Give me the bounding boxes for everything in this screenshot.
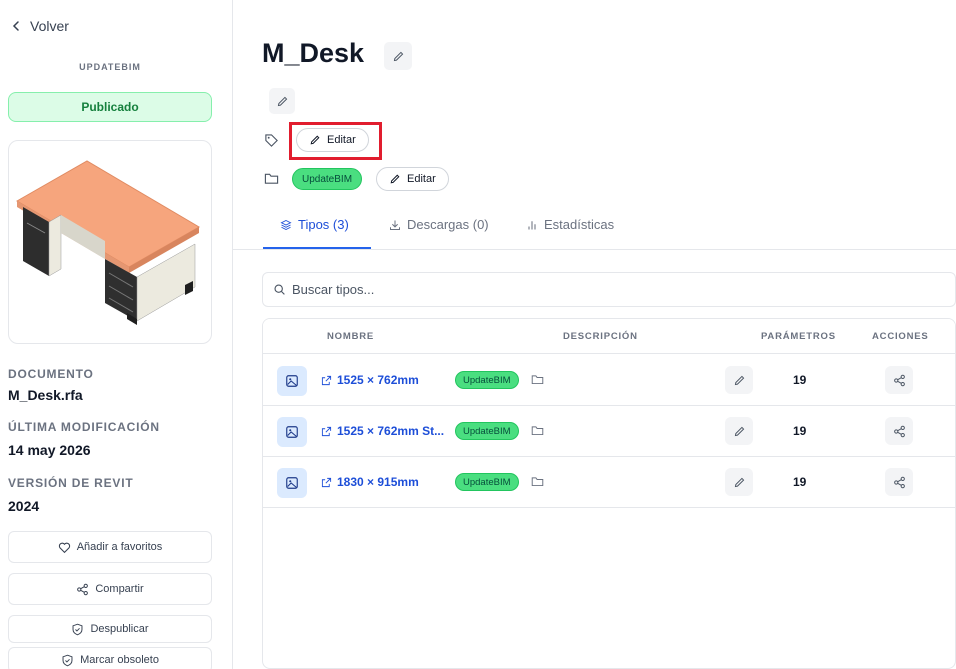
sidebar: Volver UPDATEBIM Publicado DOCUMENTO M_D… <box>0 0 233 669</box>
share-icon <box>893 374 905 386</box>
image-icon[interactable] <box>277 468 307 498</box>
column-description: DESCRIPCIÓN <box>563 331 638 342</box>
table-header: NOMBRE DESCRIPCIÓN PARÁMETROS ACCIONES <box>263 319 955 354</box>
edit-type-button[interactable] <box>725 366 753 394</box>
back-label: Volver <box>30 18 69 34</box>
pencil-icon <box>393 51 403 61</box>
type-name-link[interactable]: 1525 × 762mm St... <box>321 424 444 438</box>
external-link-icon <box>321 477 332 487</box>
edit-folder-label: Editar <box>407 173 436 185</box>
column-actions: ACCIONES <box>872 331 929 342</box>
folder-tag: UpdateBIM <box>455 422 519 440</box>
folder-tag: UpdateBIM <box>455 473 519 491</box>
folder-tag: UpdateBIM <box>292 168 363 190</box>
parameter-count: 19 <box>793 373 807 387</box>
tab-downloads-label: Descargas (0) <box>407 217 489 232</box>
folder-icon <box>531 475 544 493</box>
type-name-label: 1830 × 915mm <box>337 475 419 489</box>
type-name-link[interactable]: 1525 × 762mm <box>321 373 419 387</box>
share-icon <box>77 583 89 595</box>
type-name-label: 1525 × 762mm <box>337 373 419 387</box>
external-link-icon <box>321 426 332 436</box>
bar-chart-icon <box>528 220 536 229</box>
shield-check-icon <box>72 623 83 635</box>
modified-label: ÚLTIMA MODIFICACIÓN <box>8 420 160 434</box>
download-icon <box>390 220 400 230</box>
type-name-label: 1525 × 762mm St... <box>337 424 445 438</box>
table-row: 1525 × 762mm St... UpdateBIM 19 <box>263 405 955 457</box>
edit-title-button[interactable] <box>384 42 412 70</box>
pencil-icon <box>277 96 287 106</box>
tab-bar: Tipos (3) Descargas (0) Estadísticas <box>233 205 956 250</box>
shield-check-icon <box>62 654 73 666</box>
search-icon <box>274 284 285 295</box>
revit-version-label: VERSIÓN DE REVIT <box>8 476 134 490</box>
tab-statistics-label: Estadísticas <box>544 217 615 232</box>
tab-types[interactable]: Tipos (3) <box>280 217 349 232</box>
share-type-button[interactable] <box>885 468 913 496</box>
share-icon <box>893 425 905 437</box>
table-row: 1525 × 762mm UpdateBIM 19 <box>263 354 955 406</box>
desk-preview-image <box>16 160 200 325</box>
add-favorite-button[interactable]: Añadir a favoritos <box>8 531 212 563</box>
back-button[interactable]: Volver <box>10 18 69 34</box>
share-type-button[interactable] <box>885 366 913 394</box>
page-title: M_Desk <box>262 38 365 68</box>
types-table: NOMBRE DESCRIPCIÓN PARÁMETROS ACCIONES 1… <box>262 318 956 669</box>
brand-label: UPDATEBIM <box>79 62 141 72</box>
highlight-box <box>289 122 382 160</box>
document-value: M_Desk.rfa <box>8 387 83 403</box>
add-favorite-label: Añadir a favoritos <box>76 541 163 553</box>
share-label: Compartir <box>95 583 144 595</box>
edit-type-button[interactable] <box>725 468 753 496</box>
family-thumbnail <box>8 140 212 344</box>
tab-statistics[interactable]: Estadísticas <box>526 217 614 232</box>
edit-type-button[interactable] <box>725 417 753 445</box>
share-icon <box>893 476 905 488</box>
active-tab-indicator <box>263 247 371 249</box>
pencil-icon <box>734 375 744 385</box>
share-type-button[interactable] <box>885 417 913 445</box>
mark-obsolete-button[interactable]: Marcar obsoleto <box>8 647 212 669</box>
tags-icon <box>264 133 279 148</box>
tab-downloads[interactable]: Descargas (0) <box>389 217 489 232</box>
document-label: DOCUMENTO <box>8 367 94 381</box>
parameter-count: 19 <box>793 475 807 489</box>
column-name: NOMBRE <box>327 331 375 342</box>
tab-types-label: Tipos (3) <box>298 217 349 232</box>
chevron-left-icon <box>12 21 19 31</box>
mark-obsolete-label: Marcar obsoleto <box>80 654 159 666</box>
search-box <box>262 272 956 307</box>
unpublish-button[interactable]: Despublicar <box>8 615 212 643</box>
pencil-icon <box>734 477 744 487</box>
folder-icon <box>531 424 544 442</box>
parameter-count: 19 <box>793 424 807 438</box>
share-button[interactable]: Compartir <box>8 573 212 605</box>
image-icon[interactable] <box>277 366 307 396</box>
edit-description-button[interactable] <box>269 88 295 114</box>
status-badge: Publicado <box>8 92 212 122</box>
heart-icon <box>58 542 70 553</box>
layers-icon <box>280 219 292 230</box>
external-link-icon <box>321 375 332 385</box>
folder-icon <box>264 171 279 186</box>
folder-icon <box>531 373 544 391</box>
type-name-link[interactable]: 1830 × 915mm <box>321 475 419 489</box>
folder-tag: UpdateBIM <box>455 371 519 389</box>
pencil-icon <box>390 174 400 184</box>
search-input[interactable] <box>292 282 892 297</box>
pencil-icon <box>734 426 744 436</box>
modified-value: 14 may 2026 <box>8 442 91 458</box>
unpublish-label: Despublicar <box>90 623 149 635</box>
table-row: 1830 × 915mm UpdateBIM 19 <box>263 456 955 508</box>
revit-version-value: 2024 <box>8 498 40 514</box>
image-icon[interactable] <box>277 417 307 447</box>
edit-folder-button[interactable]: Editar <box>376 167 449 191</box>
column-parameters: PARÁMETROS <box>761 331 836 342</box>
